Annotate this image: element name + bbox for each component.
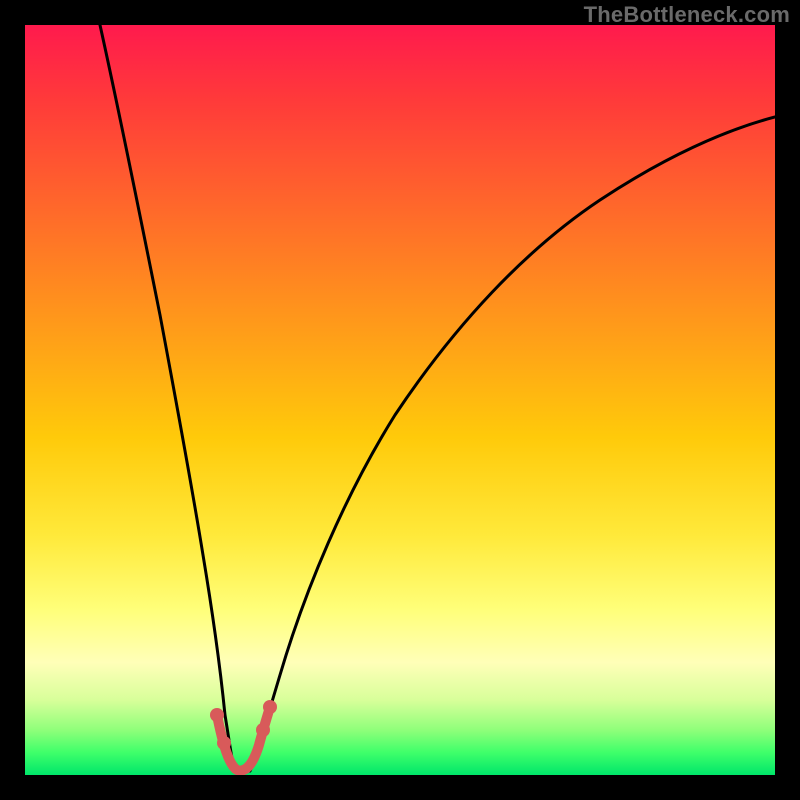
marker-dot-left-upper <box>210 708 224 722</box>
marker-dot-right-upper <box>263 700 277 714</box>
plot-area <box>25 25 775 775</box>
marker-dot-right-lower <box>256 723 270 737</box>
right-curve <box>250 117 775 771</box>
marker-dot-left-lower <box>217 736 231 750</box>
left-curve <box>100 25 235 771</box>
watermark-text: TheBottleneck.com <box>584 2 790 28</box>
curve-svg <box>25 25 775 775</box>
chart-frame: TheBottleneck.com <box>0 0 800 800</box>
